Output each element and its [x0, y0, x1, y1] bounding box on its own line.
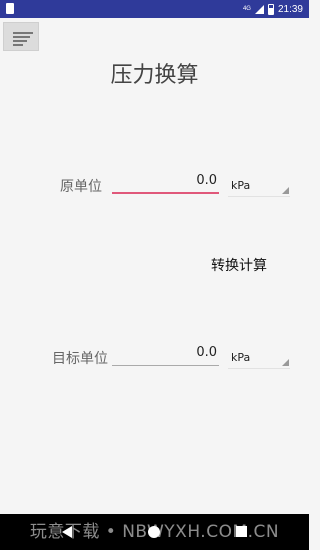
- signal-icon: [254, 4, 264, 14]
- target-unit-select[interactable]: kPa: [228, 351, 290, 369]
- target-unit-label: 目标单位: [52, 351, 108, 367]
- target-value-field: 0.0: [112, 344, 219, 366]
- menu-button[interactable]: [3, 22, 39, 51]
- page-title: 压力换算: [110, 63, 199, 88]
- target-unit-value: kPa: [231, 351, 251, 364]
- source-unit-select[interactable]: kPa: [228, 179, 290, 197]
- status-time: 21:39: [277, 3, 303, 15]
- network-type: 4G: [242, 6, 251, 12]
- source-value-input[interactable]: 0.0: [112, 172, 219, 194]
- status-bar: 4G 21:39: [0, 0, 309, 18]
- battery-icon: [267, 3, 274, 15]
- source-unit-value: kPa: [231, 179, 251, 192]
- menu-icon: [13, 32, 33, 34]
- watermark: 玩意下载 • NBWYXH.COM.CN: [29, 522, 280, 542]
- dropdown-arrow-icon: [282, 187, 289, 194]
- sim-card-icon: [6, 3, 14, 14]
- dropdown-arrow-icon: [282, 359, 289, 366]
- source-unit-label: 原单位: [60, 179, 102, 195]
- convert-button[interactable]: 转换计算: [204, 255, 274, 277]
